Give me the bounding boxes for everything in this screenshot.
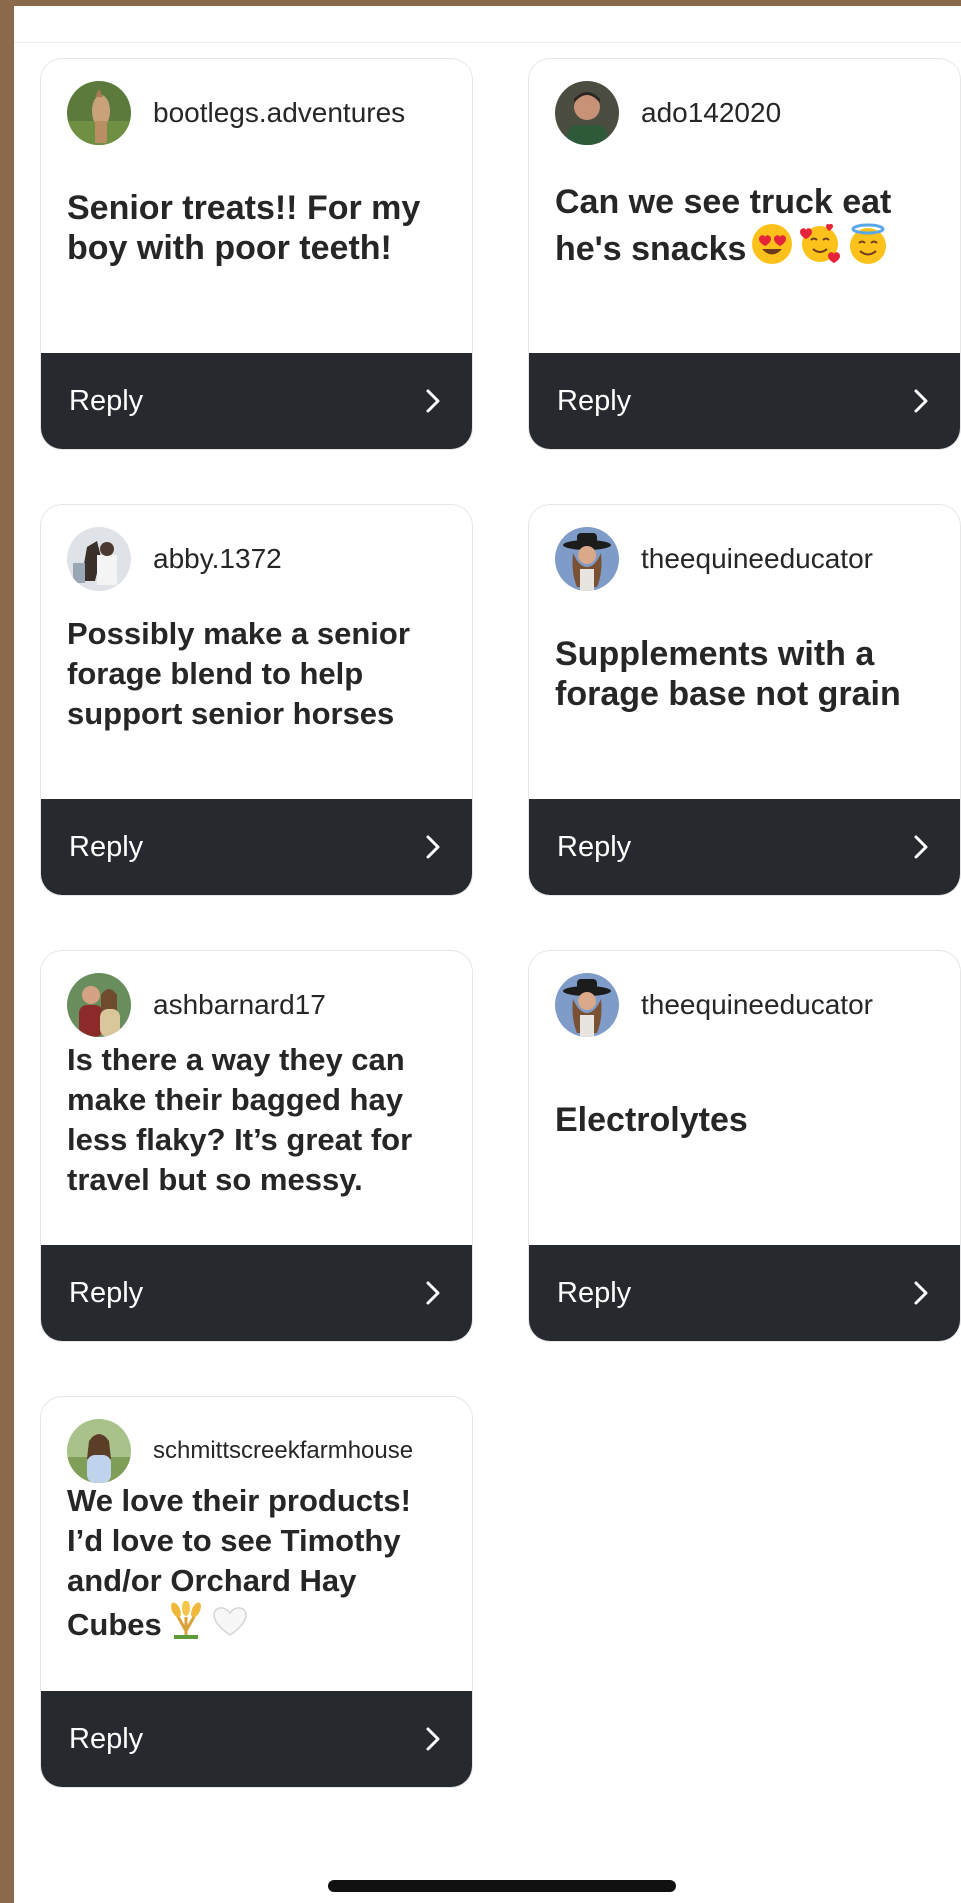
- comment-card: theequineeducator Supplements with a for…: [528, 504, 961, 896]
- card-header: bootlegs.adventures: [67, 81, 405, 145]
- screen: ‹ bootlegs.adventures Senior treats!! Fo…: [14, 6, 961, 1903]
- avatar[interactable]: [67, 527, 131, 591]
- card-header: theequineeducator: [555, 973, 873, 1037]
- comment-text: Supplements with a forage base not grain: [555, 635, 901, 713]
- username[interactable]: abby.1372: [153, 543, 282, 575]
- comment-area: We love their products! I’d love to see …: [67, 1483, 450, 1642]
- username[interactable]: schmittscreekfarmhouse: [153, 1437, 413, 1465]
- username[interactable]: theequineeducator: [641, 543, 873, 575]
- back-chevron-icon[interactable]: ‹: [32, 6, 62, 10]
- reply-button[interactable]: Reply: [529, 799, 960, 895]
- card-header: theequineeducator: [555, 527, 873, 591]
- username[interactable]: ashbarnard17: [153, 989, 326, 1021]
- comment-card: ado142020 Can we see truck eat he's snac…: [528, 58, 961, 450]
- comment-area: Can we see truck eat he's snacks: [555, 155, 938, 301]
- top-strip: ‹: [14, 6, 961, 43]
- reply-label: Reply: [557, 830, 632, 863]
- comment-area: Is there a way they can make their bagge…: [67, 1042, 450, 1197]
- comment-text: Senior treats!! For my boy with poor tee…: [67, 189, 421, 267]
- comment-text: Can we see truck eat he's snacks: [555, 182, 938, 275]
- comment-text: Is there a way they can make their bagge…: [67, 1042, 413, 1197]
- white-heart-emoji: [210, 1601, 250, 1651]
- chevron-right-icon: [914, 835, 928, 859]
- comment-card: ashbarnard17 Is there a way they can mak…: [40, 950, 473, 1342]
- reply-label: Reply: [69, 1276, 144, 1309]
- home-indicator[interactable]: [328, 1880, 676, 1892]
- reply-button[interactable]: Reply: [41, 1691, 472, 1787]
- chevron-right-icon: [914, 389, 928, 413]
- reply-button[interactable]: Reply: [41, 353, 472, 449]
- reply-label: Reply: [557, 384, 632, 417]
- avatar[interactable]: [555, 81, 619, 145]
- reply-label: Reply: [69, 384, 144, 417]
- chevron-right-icon: [426, 389, 440, 413]
- avatar[interactable]: [555, 973, 619, 1037]
- reply-button[interactable]: Reply: [529, 1245, 960, 1341]
- avatar[interactable]: [67, 1419, 131, 1483]
- avatar[interactable]: [67, 81, 131, 145]
- avatar[interactable]: [67, 973, 131, 1037]
- username[interactable]: ado142020: [641, 97, 781, 129]
- comment-card: bootlegs.adventures Senior treats!! For …: [40, 58, 473, 450]
- comment-card: schmittscreekfarmhouse We love their pro…: [40, 1396, 473, 1788]
- comment-area: Electrolytes: [555, 1047, 938, 1193]
- reply-label: Reply: [69, 830, 144, 863]
- smiling-hearts-emoji: [798, 222, 842, 275]
- chevron-right-icon: [914, 1281, 928, 1305]
- comment-card: abby.1372 Possibly make a senior forage …: [40, 504, 473, 896]
- halo-emoji: [846, 222, 890, 275]
- username[interactable]: theequineeducator: [641, 989, 873, 1021]
- reply-label: Reply: [69, 1722, 144, 1755]
- chevron-right-icon: [426, 835, 440, 859]
- avatar[interactable]: [555, 527, 619, 591]
- reply-button[interactable]: Reply: [41, 1245, 472, 1341]
- reply-button[interactable]: Reply: [41, 799, 472, 895]
- comment-text: Possibly make a senior forage blend to h…: [67, 616, 410, 731]
- comment-card: theequineeducator Electrolytes Reply: [528, 950, 961, 1342]
- comment-area: Senior treats!! For my boy with poor tee…: [67, 155, 450, 301]
- username[interactable]: bootlegs.adventures: [153, 97, 405, 129]
- comment-text: Electrolytes: [555, 1101, 748, 1139]
- chevron-right-icon: [426, 1281, 440, 1305]
- card-header: abby.1372: [67, 527, 282, 591]
- reply-label: Reply: [557, 1276, 632, 1309]
- reply-button[interactable]: Reply: [529, 353, 960, 449]
- card-header: schmittscreekfarmhouse: [67, 1419, 413, 1483]
- comment-area: Possibly make a senior forage blend to h…: [67, 601, 450, 747]
- comment-area: Supplements with a forage base not grain: [555, 601, 938, 747]
- sheaf-emoji: [166, 1600, 206, 1651]
- heart-eyes-emoji: [750, 222, 794, 275]
- card-header: ashbarnard17: [67, 973, 326, 1037]
- card-header: ado142020: [555, 81, 781, 145]
- comment-text: We love their products! I’d love to see …: [67, 1481, 450, 1651]
- chevron-right-icon: [426, 1727, 440, 1751]
